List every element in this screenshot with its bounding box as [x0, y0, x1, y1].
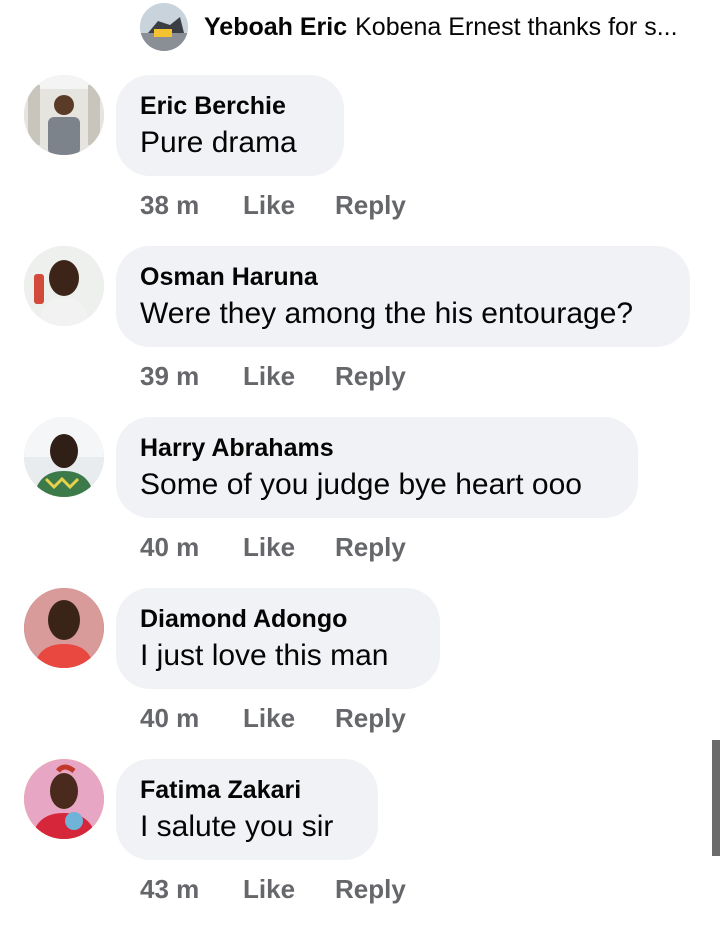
like-button[interactable]: Like [243, 703, 335, 734]
avatar[interactable] [140, 3, 188, 51]
comment-time[interactable]: 43 m [140, 874, 243, 905]
reply-button[interactable]: Reply [335, 703, 406, 734]
comment-actions: 39 m Like Reply [140, 358, 406, 394]
comment-bubble[interactable]: Osman Haruna Were they among the his ent… [116, 246, 690, 347]
comment-actions: 38 m Like Reply [140, 187, 406, 223]
comment-text: I just love this man [140, 639, 389, 672]
avatar[interactable] [24, 759, 104, 839]
reply-button[interactable]: Reply [335, 532, 406, 563]
reply-button[interactable]: Reply [335, 361, 406, 392]
avatar[interactable] [24, 588, 104, 668]
comment: Diamond Adongo I just love this man 40 m… [0, 588, 720, 759]
comment-author[interactable]: Fatima Zakari [140, 773, 354, 807]
reply-button[interactable]: Reply [335, 874, 406, 905]
comment-text: Were they among the his entourage? [140, 297, 634, 330]
comment-bubble[interactable]: Eric Berchie Pure drama [116, 75, 344, 176]
comment-time[interactable]: 40 m [140, 532, 243, 563]
avatar-image [24, 246, 104, 326]
comment-time[interactable]: 38 m [140, 190, 243, 221]
comment-bubble[interactable]: Harry Abrahams Some of you judge bye hea… [116, 417, 638, 518]
like-button[interactable]: Like [243, 532, 335, 563]
scrollbar[interactable] [712, 740, 720, 856]
comment-author[interactable]: Osman Haruna [140, 260, 666, 294]
avatar-image [24, 417, 104, 497]
like-button[interactable]: Like [243, 190, 335, 221]
comment-author[interactable]: Harry Abrahams [140, 431, 614, 465]
comment: Osman Haruna Were they among the his ent… [0, 246, 720, 417]
comment-text: I salute you sir [140, 810, 334, 843]
preview-author[interactable]: Yeboah Eric [204, 13, 347, 41]
comment-actions: 40 m Like Reply [140, 529, 406, 565]
avatar[interactable] [24, 246, 104, 326]
comment-text: Some of you judge bye heart ooo [140, 468, 582, 501]
comment: Eric Berchie Pure drama 38 m Like Reply [0, 75, 720, 246]
avatar[interactable] [24, 75, 104, 155]
comment-author[interactable]: Eric Berchie [140, 89, 320, 123]
comment-time[interactable]: 39 m [140, 361, 243, 392]
comment-actions: 43 m Like Reply [140, 871, 406, 907]
avatar-image [140, 3, 188, 51]
avatar-image [24, 588, 104, 668]
reply-button[interactable]: Reply [335, 190, 406, 221]
comment: Fatima Zakari I salute you sir 43 m Like… [0, 759, 720, 930]
comment-bubble[interactable]: Diamond Adongo I just love this man [116, 588, 440, 689]
avatar-image [24, 75, 104, 155]
comment-author[interactable]: Diamond Adongo [140, 602, 416, 636]
comment-text: Pure drama [140, 126, 297, 159]
preview-text: Yeboah Eric Kobena Ernest thanks for s... [204, 13, 699, 42]
preview-message: Kobena Ernest thanks for s... [355, 12, 678, 41]
comment: Harry Abrahams Some of you judge bye hea… [0, 417, 720, 588]
comment-actions: 40 m Like Reply [140, 700, 406, 736]
avatar-image [24, 759, 104, 839]
reply-preview[interactable]: Yeboah Eric Kobena Ernest thanks for s... [140, 2, 710, 52]
like-button[interactable]: Like [243, 874, 335, 905]
comment-bubble[interactable]: Fatima Zakari I salute you sir [116, 759, 378, 860]
like-button[interactable]: Like [243, 361, 335, 392]
avatar[interactable] [24, 417, 104, 497]
comment-time[interactable]: 40 m [140, 703, 243, 734]
